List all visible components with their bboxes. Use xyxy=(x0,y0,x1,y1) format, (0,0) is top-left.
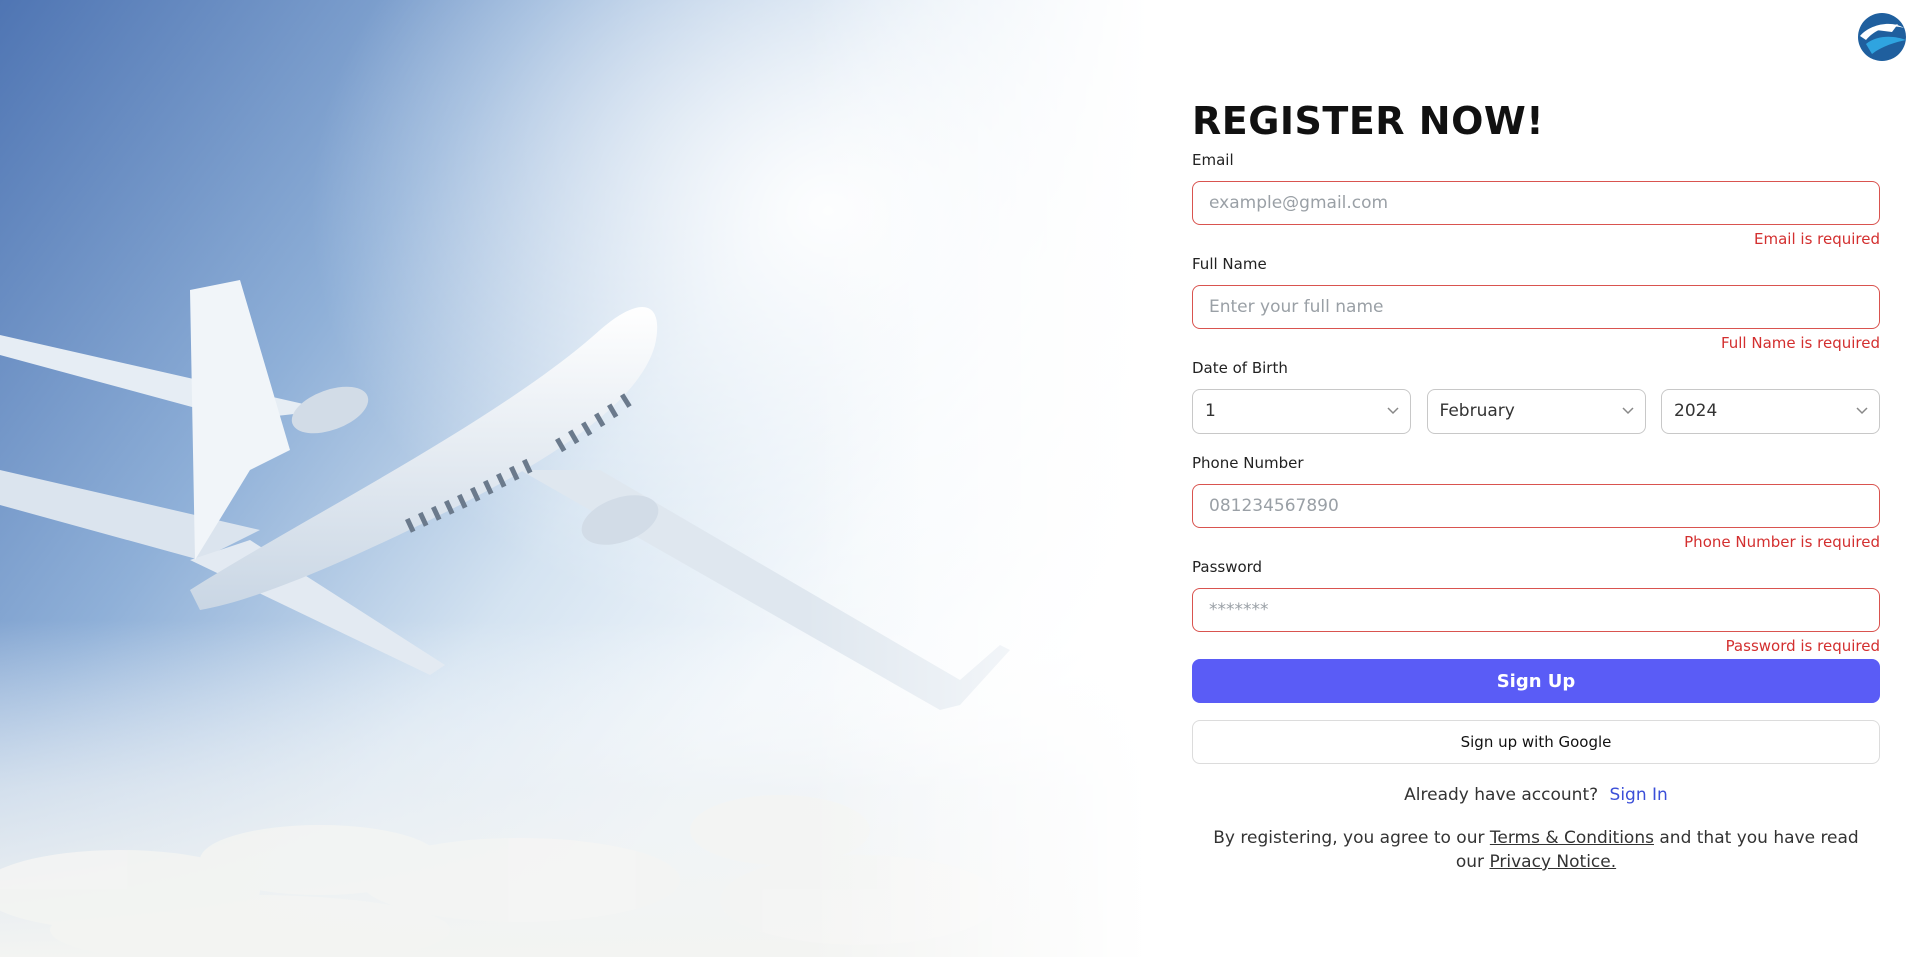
full-name-error: Full Name is required xyxy=(1720,334,1880,352)
email-error: Email is required xyxy=(1754,230,1880,248)
email-label: Email xyxy=(1192,151,1234,169)
full-name-field[interactable] xyxy=(1192,285,1880,329)
legal-prefix: By registering, you agree to our xyxy=(1213,828,1485,848)
chevron-down-icon xyxy=(1387,407,1399,415)
dob-year-select[interactable]: 2024 xyxy=(1661,389,1880,434)
email-field[interactable] xyxy=(1192,181,1880,225)
dob-day-value: 1 xyxy=(1205,401,1216,421)
dob-month-select[interactable]: February xyxy=(1426,389,1646,434)
full-name-label: Full Name xyxy=(1192,255,1267,273)
phone-label: Phone Number xyxy=(1192,454,1304,472)
sign-up-button[interactable]: Sign Up xyxy=(1192,659,1880,703)
sign-in-prompt-text: Already have account? xyxy=(1404,785,1599,805)
dob-row: 1 February 2024 xyxy=(1192,389,1880,434)
dob-year-value: 2024 xyxy=(1674,401,1718,421)
sign-in-prompt: Already have account? Sign In xyxy=(1192,783,1880,807)
register-form: REGISTER NOW! Email Email is required Fu… xyxy=(1192,96,1880,874)
password-field[interactable] xyxy=(1192,588,1880,632)
chevron-down-icon xyxy=(1856,407,1868,415)
register-page: REGISTER NOW! Email Email is required Fu… xyxy=(0,0,1920,957)
page-title: REGISTER NOW! xyxy=(1192,99,1545,143)
password-error: Password is required xyxy=(1725,637,1880,655)
google-sign-up-button[interactable]: Sign up with Google xyxy=(1192,720,1880,764)
password-label: Password xyxy=(1192,558,1263,576)
sign-in-link[interactable]: Sign In xyxy=(1610,785,1668,805)
terms-link[interactable]: Terms & Conditions xyxy=(1490,828,1654,848)
airline-logo-icon xyxy=(1852,10,1908,62)
dob-month-value: February xyxy=(1439,401,1515,421)
phone-error: Phone Number is required xyxy=(1684,533,1880,551)
privacy-link[interactable]: Privacy Notice. xyxy=(1489,852,1616,872)
phone-field[interactable] xyxy=(1192,484,1880,528)
airplane-sky-image xyxy=(0,0,1150,957)
legal-notice: By registering, you agree to our Terms &… xyxy=(1192,826,1880,874)
hero-image xyxy=(0,0,1150,957)
dob-day-select[interactable]: 1 xyxy=(1192,389,1411,434)
chevron-down-icon xyxy=(1621,407,1634,415)
dob-label: Date of Birth xyxy=(1192,359,1288,377)
